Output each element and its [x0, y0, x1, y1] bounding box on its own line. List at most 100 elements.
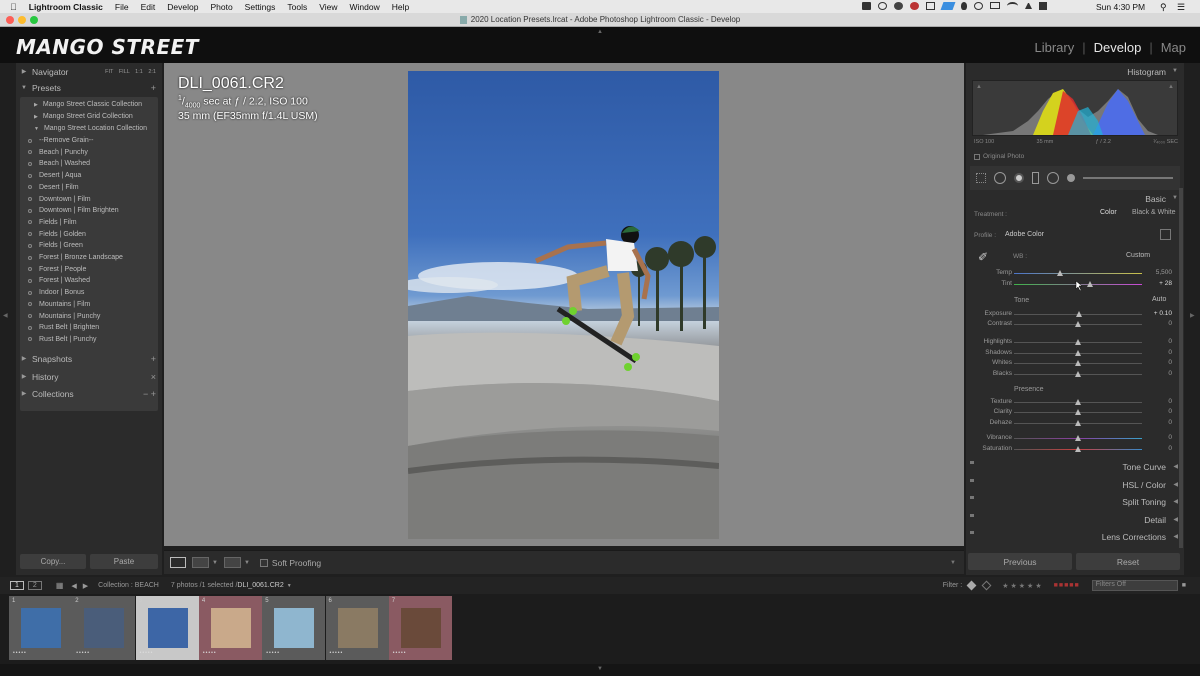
volume-icon[interactable]	[1039, 2, 1047, 10]
hand-icon[interactable]	[974, 2, 983, 10]
history-header[interactable]: ▶ History ×	[16, 368, 162, 385]
snapshots-header[interactable]: ▶ Snapshots +	[16, 350, 162, 367]
red-eye-icon[interactable]	[1014, 173, 1024, 183]
preset-item[interactable]: Forest | Washed	[28, 275, 90, 286]
slider-knob[interactable]	[1075, 399, 1081, 405]
slider-dehaze[interactable]: Dehaze 0	[966, 419, 1184, 429]
panel-switch-icon[interactable]	[970, 496, 974, 500]
basic-header[interactable]: Basic ▼	[966, 190, 1184, 207]
slider-value[interactable]: 0	[1142, 359, 1172, 366]
add-preset-button[interactable]: +	[151, 83, 156, 93]
slider-value[interactable]: 0	[1142, 419, 1172, 426]
copy-button[interactable]: Copy...	[20, 554, 86, 569]
menu-list-icon[interactable]: ☰	[1177, 2, 1185, 13]
slider-knob[interactable]	[1075, 446, 1081, 452]
slider-blacks[interactable]: Blacks 0	[966, 370, 1184, 380]
creative-cloud-icon[interactable]	[878, 2, 887, 10]
slider-clarity[interactable]: Clarity 0	[966, 408, 1184, 418]
slider-knob[interactable]	[1075, 339, 1081, 345]
slider-knob[interactable]	[1075, 321, 1081, 327]
dropdown-chevron-icon[interactable]: ▼	[212, 560, 218, 566]
section-split-toning[interactable]: Split Toning ◀	[966, 493, 1184, 510]
slider-value[interactable]: 0	[1142, 349, 1172, 356]
photo-canvas[interactable]	[408, 71, 719, 539]
back-arrow-icon[interactable]: ◀	[71, 582, 76, 590]
treatment-black-white[interactable]: Black & White	[1132, 209, 1176, 216]
previous-button[interactable]: Previous	[968, 553, 1072, 570]
zoom-window-button[interactable]	[30, 16, 38, 24]
spot-removal-icon[interactable]	[994, 172, 1006, 184]
adjustment-brush-icon[interactable]	[1067, 174, 1075, 182]
airplay-icon[interactable]	[990, 2, 1000, 9]
eject-icon[interactable]	[1025, 2, 1032, 9]
panel-switch-icon[interactable]	[970, 513, 974, 517]
slider-knob[interactable]	[1076, 311, 1083, 317]
image-view[interactable]: DLI_0061.CR2 1/4000 sec at ƒ / 2.2, ISO …	[164, 63, 964, 546]
presets-header[interactable]: ▼ Presets +	[16, 79, 162, 96]
search-icon[interactable]: ⚲	[1160, 2, 1167, 13]
section-tone-curve[interactable]: Tone Curve ◀	[966, 458, 1184, 475]
unflagged-filter-icon[interactable]	[981, 580, 992, 591]
menu-tools[interactable]: Tools	[287, 2, 307, 12]
panel-switch-icon[interactable]	[970, 478, 974, 482]
app-menu[interactable]: Lightroom Classic	[29, 2, 103, 12]
right-panel-toggle-icon[interactable]: ▶	[1190, 312, 1195, 319]
slider-contrast[interactable]: Contrast 0	[966, 320, 1184, 330]
screen-record-icon[interactable]	[862, 2, 871, 10]
preset-item[interactable]: Beach | Punchy	[28, 147, 88, 158]
white-balance-picker-icon[interactable]: ✐	[978, 250, 990, 266]
menu-view[interactable]: View	[319, 2, 337, 12]
drop-icon[interactable]	[961, 2, 967, 10]
preset-item[interactable]: Downtown | Film Brighten	[28, 205, 119, 216]
swap-settings-icon[interactable]	[223, 557, 241, 568]
dropbox-icon[interactable]	[940, 2, 956, 10]
preset-collection[interactable]: ▶ Mango Street Grid Collection	[34, 111, 133, 122]
slider-value[interactable]: 0	[1142, 445, 1172, 452]
preset-item[interactable]: Forest | People	[28, 264, 86, 275]
preset-item[interactable]: Rust Belt | Punchy	[28, 334, 96, 345]
slider-texture[interactable]: Texture 0	[966, 398, 1184, 408]
slider-value[interactable]: 5,500	[1142, 269, 1172, 276]
menu-settings[interactable]: Settings	[245, 2, 276, 12]
navigator-header[interactable]: ▶ Navigator FIT FILL 1:1 2:1	[16, 63, 162, 80]
preset-collection[interactable]: ▼ Mango Street Location Collection	[34, 123, 147, 134]
preset-collection[interactable]: ▶ Mango Street Classic Collection	[34, 99, 142, 110]
collections-header[interactable]: ▶ Collections − +	[16, 385, 162, 402]
primary-window-button[interactable]: 1	[10, 581, 24, 590]
reset-button[interactable]: Reset	[1076, 553, 1180, 570]
slider-knob[interactable]	[1075, 409, 1081, 415]
panel-switch-icon[interactable]	[970, 461, 974, 464]
preset-item[interactable]: Fields | Green	[28, 240, 83, 251]
mail-icon[interactable]	[926, 2, 935, 10]
slider-value[interactable]: 0	[1142, 434, 1172, 441]
before-after-view-icon[interactable]	[192, 557, 209, 568]
filmstrip-thumbnail[interactable]: 3 •••••	[135, 596, 199, 660]
graduated-filter-icon[interactable]	[1032, 172, 1039, 184]
section-hsl-color[interactable]: HSL / Color ◀	[966, 476, 1184, 493]
minimize-window-button[interactable]	[18, 16, 26, 24]
slider-knob[interactable]	[1075, 360, 1081, 366]
shadow-clipping-icon[interactable]: ▲	[976, 84, 982, 90]
close-window-button[interactable]	[6, 16, 14, 24]
dropdown-chevron-icon[interactable]: ▼	[244, 560, 250, 566]
slider-vibrance[interactable]: Vibrance 0	[966, 434, 1184, 444]
filmstrip-thumbnail[interactable]: 2 •••••	[72, 596, 136, 660]
slider-exposure[interactable]: Exposure + 0.10	[966, 310, 1184, 320]
slider-saturation[interactable]: Saturation 0	[966, 445, 1184, 455]
section-lens-corrections[interactable]: Lens Corrections ◀	[966, 528, 1184, 545]
module-develop[interactable]: Develop	[1094, 40, 1142, 55]
add-snapshot-button[interactable]: +	[151, 354, 156, 364]
top-panel-toggle-icon[interactable]: ▲	[597, 29, 603, 35]
preset-item[interactable]: --Remove Grain--	[28, 135, 93, 146]
filmstrip-thumbnail[interactable]: 6 •••••	[325, 596, 389, 660]
slider-temp[interactable]: Temp 5,500	[966, 269, 1184, 279]
slider-whites[interactable]: Whites 0	[966, 359, 1184, 369]
navigator-zoom-options[interactable]: FIT FILL 1:1 2:1	[105, 69, 156, 75]
wb-select[interactable]: Custom	[1126, 252, 1150, 259]
collection-source[interactable]: Collection : BEACH	[98, 582, 159, 589]
preset-item[interactable]: Mountains | Punchy	[28, 311, 100, 322]
crop-tool-icon[interactable]	[976, 173, 986, 183]
camera-icon[interactable]	[894, 2, 903, 10]
slider-shadows[interactable]: Shadows 0	[966, 349, 1184, 359]
menu-photo[interactable]: Photo	[210, 2, 232, 12]
